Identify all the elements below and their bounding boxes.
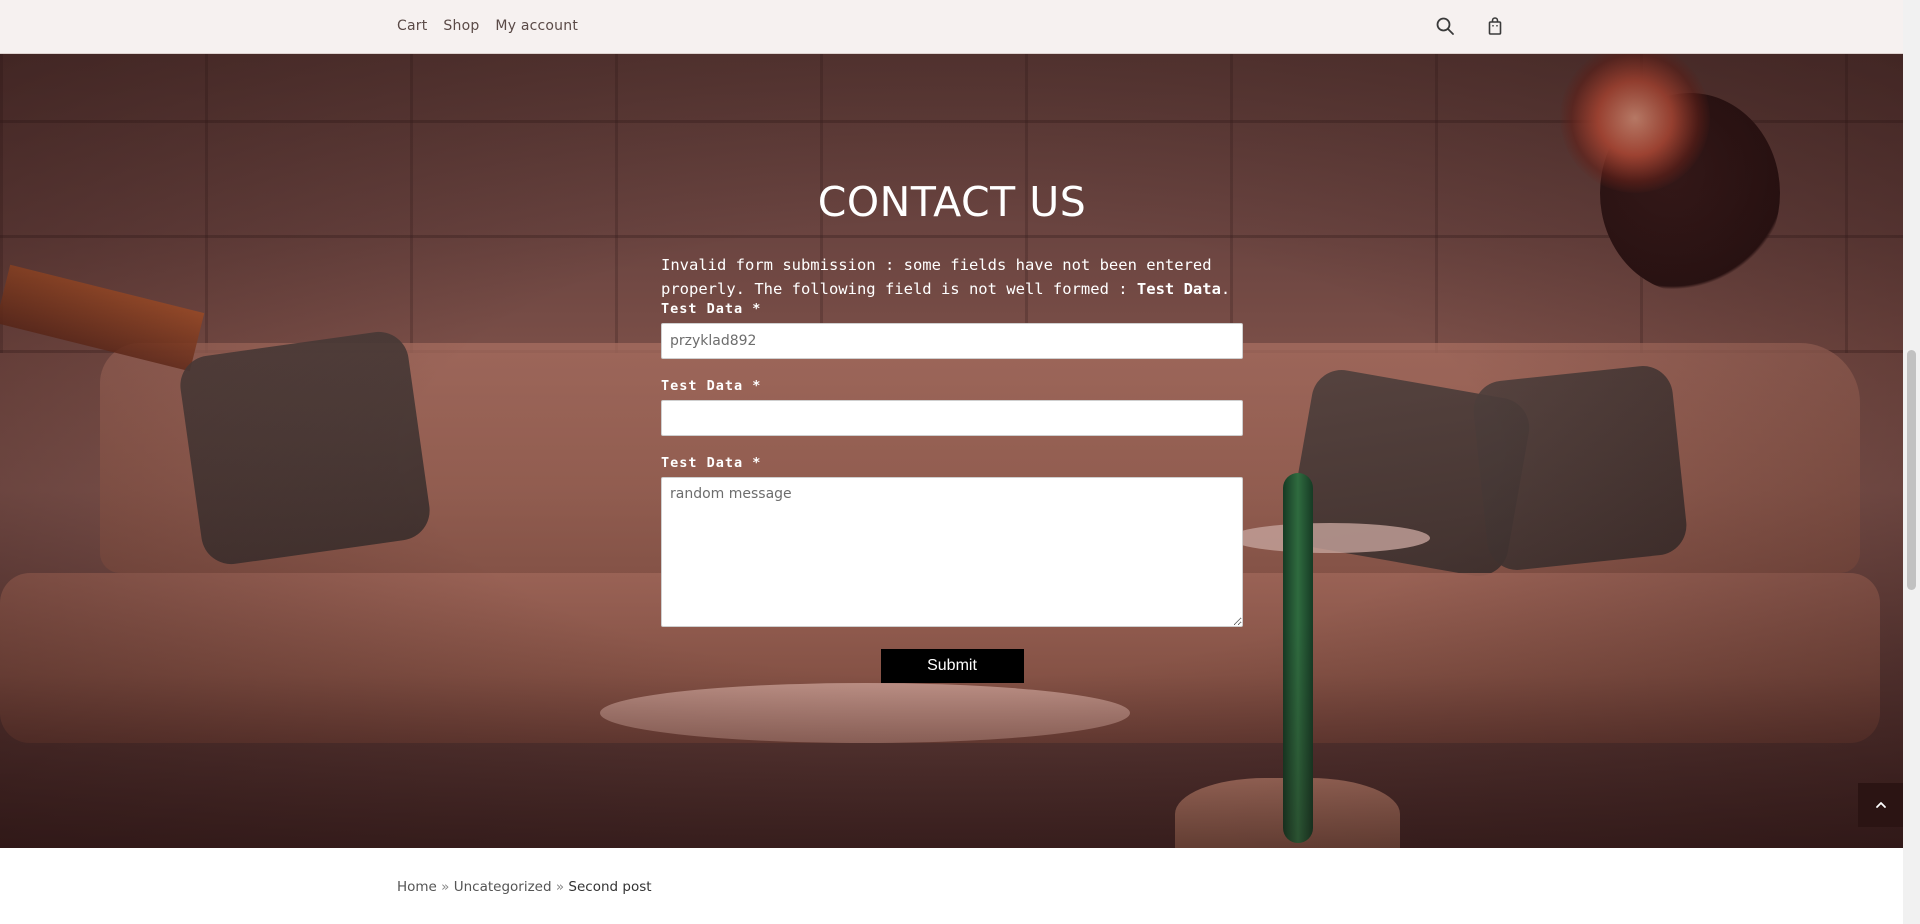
scrollbar-thumb[interactable] [1907,350,1916,590]
field-label-3: Test Data * [661,455,762,471]
field-label-1: Test Data * [661,301,762,317]
breadcrumb-home[interactable]: Home [397,879,437,895]
contact-form-container: CONTACT US Invalid form submission : som… [661,178,1243,683]
breadcrumb-category[interactable]: Uncategorized [454,879,552,895]
nav-item-shop[interactable]: Shop [443,18,479,34]
error-field-name: Test Data [1136,280,1221,298]
main-menu: Cart Shop My account [397,18,578,34]
chevron-up-icon [1875,802,1886,808]
nav-item-cart[interactable]: Cart [397,18,427,34]
search-icon[interactable] [1435,16,1455,36]
breadcrumb-separator: » [441,879,450,895]
nav-item-my-account[interactable]: My account [495,18,578,34]
error-suffix: . [1220,280,1231,298]
form-error-message: Invalid form submission : some fields ha… [661,253,1243,301]
page-title: CONTACT US [817,178,1087,226]
test-data-input-2[interactable] [661,400,1243,436]
contact-form: Test Data * Test Data * Test Data * rand… [661,301,1243,683]
submit-row: Submit [661,649,1243,683]
top-navigation-bar: Cart Shop My account [0,0,1903,54]
field-label-2: Test Data * [661,378,762,394]
scroll-to-top-button[interactable] [1858,783,1903,827]
test-data-input-1[interactable] [661,323,1243,359]
breadcrumb: Home » Uncategorized » Second post [397,879,652,895]
error-text: Invalid form submission : some fields ha… [661,256,1212,298]
breadcrumb-separator: » [555,879,565,895]
page-scrollbar[interactable] [1903,0,1920,924]
breadcrumb-current: Second post [568,879,652,895]
submit-button[interactable]: Submit [880,649,1024,683]
shopping-bag-icon[interactable] [1485,16,1505,36]
message-textarea[interactable]: random message [661,477,1243,627]
